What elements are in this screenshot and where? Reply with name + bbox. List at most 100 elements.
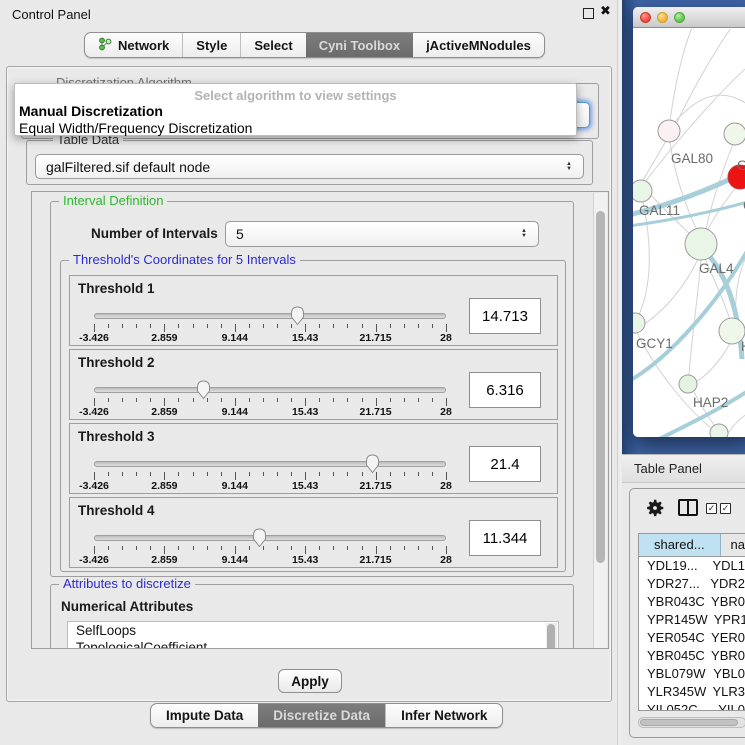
network-node-label: GCY1 <box>636 336 673 351</box>
tab-network[interactable]: Network <box>85 33 182 57</box>
threshold-label: Threshold 4 <box>78 503 155 518</box>
slider-thumb-icon[interactable] <box>289 305 306 326</box>
minimize-traffic-light-icon[interactable] <box>657 12 668 23</box>
right-column: GAL80GAGAL11CGAL4GCY1HHAP2 Table Panel ✓… <box>622 0 745 745</box>
network-edge[interactable] <box>638 202 649 317</box>
spinner-arrows-icon: ▲▼ <box>521 229 527 239</box>
slider-track[interactable] <box>94 535 446 541</box>
cell-shared-name: YIL052C <box>639 701 712 711</box>
network-node[interactable] <box>685 228 717 260</box>
table-row[interactable]: YER054CYER0 <box>639 629 745 647</box>
float-icon[interactable] <box>583 8 594 19</box>
network-node[interactable] <box>710 424 728 437</box>
threshold-value-field[interactable]: 11.344 <box>469 520 541 556</box>
slider-thumb-icon[interactable] <box>195 379 212 400</box>
checkbox-icon[interactable]: ✓ <box>720 503 731 514</box>
tab-jactivemnodules[interactable]: jActiveMNodules <box>413 33 544 57</box>
network-node[interactable] <box>679 375 697 393</box>
cell-name: YBL0 <box>707 665 745 683</box>
table-horizontal-scrollbar[interactable] <box>638 717 745 728</box>
number-of-intervals-label: Number of Intervals <box>91 226 218 241</box>
cell-name: YLR3 <box>706 683 745 701</box>
threshold-label: Threshold 1 <box>78 281 155 296</box>
cell-shared-name: YDR27... <box>639 575 704 593</box>
network-edge[interactable] <box>673 95 745 124</box>
network-node[interactable] <box>724 123 745 145</box>
column-header-name[interactable]: na <box>721 534 745 556</box>
attribute-list-item[interactable]: TopologicalCoefficient <box>68 639 558 649</box>
settings-vertical-scrollbar[interactable] <box>593 193 607 649</box>
network-node-label: HAP2 <box>693 395 728 410</box>
table-body: YDL19...YDL1YDR27...YDR2YBR043CYBR0YPR14… <box>639 557 745 711</box>
network-edge[interactable] <box>644 259 698 324</box>
table-row[interactable]: YBR043CYBR0 <box>639 593 745 611</box>
table-panel-title: Table Panel <box>634 461 702 476</box>
network-window-titlebar[interactable] <box>633 7 745 28</box>
interval-definition-group: Interval Definition Number of Intervals … <box>50 201 574 577</box>
gear-icon[interactable] <box>644 497 666 519</box>
slider-tick-labels: -3.4262.8599.14415.4321.71528 <box>94 332 447 344</box>
slider-tick-labels: -3.4262.8599.14415.4321.71528 <box>94 406 447 418</box>
network-edge[interactable] <box>643 141 666 181</box>
table-row[interactable]: YDR27...YDR2 <box>639 575 745 593</box>
table-panel-titlebar: Table Panel <box>622 454 745 483</box>
number-of-intervals-spinner[interactable]: 5 ▲▼ <box>225 221 539 247</box>
zoom-traffic-light-icon[interactable] <box>674 12 685 23</box>
apply-button[interactable]: Apply <box>278 669 342 693</box>
cell-shared-name: YBL079W <box>639 665 707 683</box>
network-node-label: GAL80 <box>671 151 713 166</box>
slider-thumb-icon[interactable] <box>364 453 381 474</box>
tab-impute-data[interactable]: Impute Data <box>151 704 258 727</box>
node-table[interactable]: shared... na YDL19...YDL1YDR27...YDR2YBR… <box>638 533 745 711</box>
tab-style[interactable]: Style <box>182 33 240 57</box>
slider-thumb-icon[interactable] <box>251 527 268 548</box>
network-view-window[interactable]: GAL80GAGAL11CGAL4GCY1HHAP2 <box>633 7 745 437</box>
threshold-value-field[interactable]: 6.316 <box>469 372 541 408</box>
network-node[interactable] <box>658 120 680 142</box>
slider-track[interactable] <box>94 313 446 319</box>
checkbox-icon[interactable]: ✓ <box>706 503 717 514</box>
cell-shared-name: YBR045C <box>639 647 705 665</box>
threshold-group: Threshold 2-3.4262.8599.14415.4321.71528… <box>69 349 558 420</box>
close-traffic-light-icon[interactable] <box>640 12 651 23</box>
table-row[interactable]: YBL079WYBL0 <box>639 665 745 683</box>
tab-infer-network[interactable]: Infer Network <box>385 704 502 727</box>
attributes-scrollbar[interactable] <box>546 623 557 649</box>
column-header-shared-name[interactable]: shared... <box>639 534 721 556</box>
group-title: Attributes to discretize <box>59 577 195 591</box>
network-canvas[interactable]: GAL80GAGAL11CGAL4GCY1HHAP2 <box>633 29 745 437</box>
threshold-value-field[interactable]: 21.4 <box>469 446 541 482</box>
table-row[interactable]: YPR145WYPR1 <box>639 611 745 629</box>
attribute-list-item[interactable]: SelfLoops <box>68 622 558 639</box>
close-icon[interactable]: ✖ <box>600 3 611 19</box>
network-edge[interactable] <box>677 29 733 122</box>
control-panel-tabbar: Network Style Select Cyni Toolbox jActiv… <box>84 32 545 58</box>
table-row[interactable]: YBR045CYBR0 <box>639 647 745 665</box>
network-node[interactable] <box>633 313 645 333</box>
cell-shared-name: YER054C <box>639 629 705 647</box>
tab-cyni-toolbox[interactable]: Cyni Toolbox <box>306 33 413 57</box>
table-row[interactable]: YIL052CYIL0 <box>639 701 745 711</box>
slider-track[interactable] <box>94 387 446 393</box>
cell-shared-name: YLR345W <box>639 683 706 701</box>
table-row[interactable]: YLR345WYLR3 <box>639 683 745 701</box>
network-node[interactable] <box>633 180 652 202</box>
numerical-attributes-list[interactable]: SelfLoopsTopologicalCoefficientBetweenne… <box>67 621 559 649</box>
tab-discretize-data[interactable]: Discretize Data <box>258 704 385 727</box>
cell-name: YBR0 <box>705 647 745 665</box>
tab-label: Network <box>118 38 169 53</box>
threshold-value-field[interactable]: 14.713 <box>469 298 541 334</box>
cell-shared-name: YPR145W <box>639 611 708 629</box>
threshold-group: Threshold 1 -3.4262.8599.14415.4321.71528… <box>69 275 558 346</box>
network-edge[interactable] <box>697 343 730 381</box>
split-column-icon[interactable] <box>678 499 698 516</box>
dropdown-option-equal-width[interactable]: Equal Width/Frequency Discretization <box>19 120 252 136</box>
slider-track[interactable] <box>94 461 446 467</box>
tab-select[interactable]: Select <box>240 33 305 57</box>
table-panel: ✓ ✓ shared... na YDL19...YDL1YDR27...YDR… <box>629 488 745 738</box>
threshold-label: Threshold 3 <box>78 429 155 444</box>
table-data-combobox[interactable]: galFiltered.sif default node ▲▼ <box>35 154 584 179</box>
dropdown-option-manual[interactable]: Manual Discretization <box>19 103 163 119</box>
network-node-label: GAL4 <box>699 261 734 276</box>
table-row[interactable]: YDL19...YDL1 <box>639 557 745 575</box>
